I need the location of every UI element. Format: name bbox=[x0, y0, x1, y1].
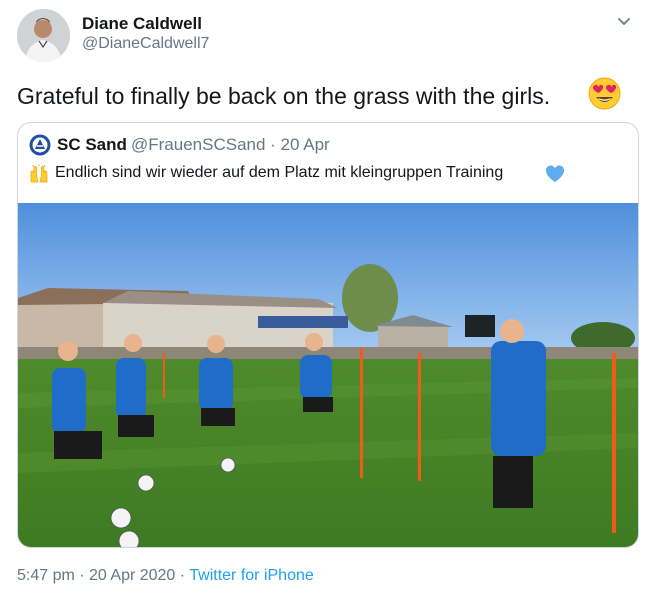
quoted-account-name: SC Sand bbox=[57, 135, 127, 154]
tweet-source-link[interactable]: Twitter for iPhone bbox=[189, 567, 314, 584]
author-avatar[interactable] bbox=[17, 9, 70, 62]
blue-heart-emoji-icon bbox=[546, 165, 564, 182]
profile-photo-icon bbox=[17, 9, 70, 62]
heart-eyes-emoji-icon bbox=[588, 77, 621, 110]
quoted-tweet[interactable]: SC Sand @FrauenSCSand · 20 Apr Endlich s… bbox=[17, 122, 639, 548]
team-training-photo[interactable] bbox=[18, 203, 638, 548]
author-display-name[interactable]: Diane Caldwell bbox=[82, 14, 202, 34]
quoted-handle-date: @FrauenSCSand · 20 Apr bbox=[131, 135, 330, 154]
quoted-tweet-text: Endlich sind wir wieder auf dem Platz mi… bbox=[55, 164, 504, 181]
tweet-card: Diane Caldwell @DianeCaldwell7 Grateful … bbox=[0, 0, 650, 602]
raised-hands-emoji-icon bbox=[30, 164, 48, 183]
chevron-down-icon[interactable] bbox=[616, 14, 632, 30]
tweet-text: Grateful to finally be back on the grass… bbox=[17, 83, 551, 109]
club-crest-icon bbox=[29, 134, 51, 156]
tweet-footer: 5:47 pm · 20 Apr 2020 · Twitter for iPho… bbox=[17, 567, 314, 585]
tweet-timestamp[interactable]: 5:47 pm · 20 Apr 2020 · bbox=[17, 567, 189, 584]
author-handle[interactable]: @DianeCaldwell7 bbox=[82, 35, 209, 53]
